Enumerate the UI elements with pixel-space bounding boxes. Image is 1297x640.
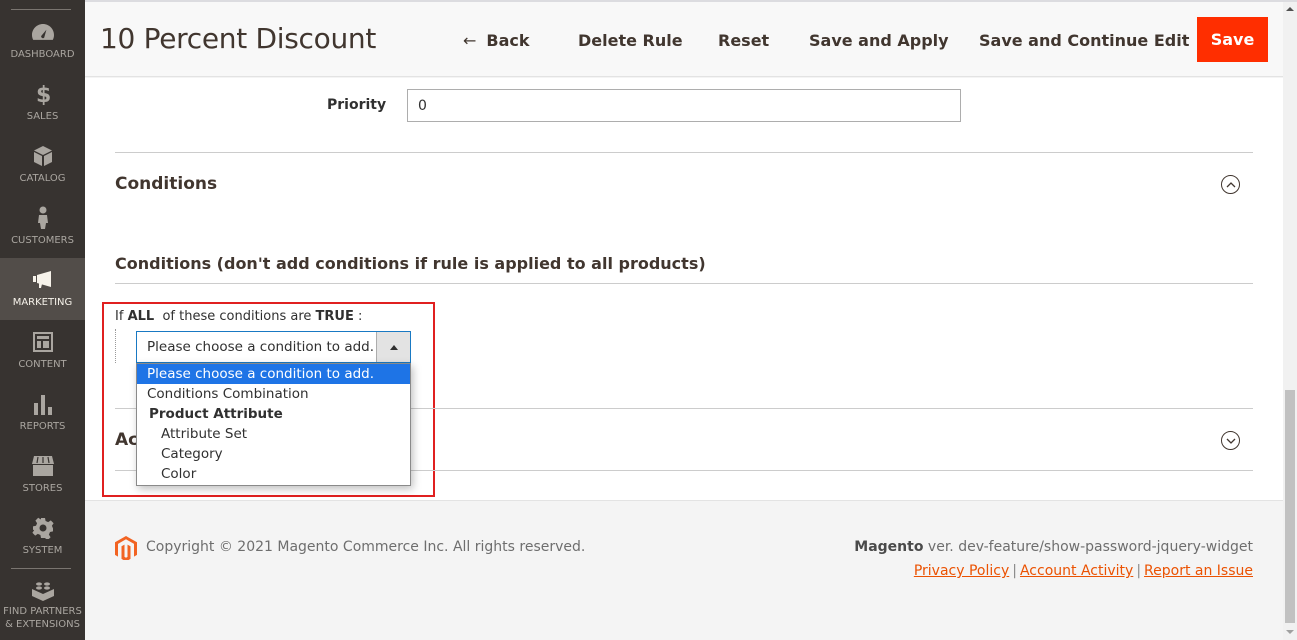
condition-middle: of these conditions are	[162, 309, 312, 324]
condition-statement: If ALL of these conditions are TRUE :	[115, 309, 362, 324]
svg-text:$: $	[36, 83, 51, 105]
value-toggle[interactable]: TRUE	[316, 309, 354, 324]
save-and-apply-button[interactable]: Save and Apply	[809, 20, 949, 62]
dropdown-option[interactable]: Color	[137, 464, 410, 484]
dollar-icon: $	[31, 82, 55, 106]
page-header: 10 Percent Discount ← Back Delete Rule Re…	[85, 2, 1283, 77]
sidebar-item-content[interactable]: Content	[0, 320, 85, 382]
tree-line	[115, 329, 116, 363]
sidebar-label: Dashboard	[10, 49, 75, 60]
condition-prefix: If	[115, 309, 124, 324]
megaphone-icon	[31, 268, 55, 292]
priority-input[interactable]	[407, 89, 961, 122]
select-value: Please choose a condition to add.	[147, 339, 375, 355]
sidebar-label: Marketing	[12, 297, 73, 308]
sidebar-item-find-partners[interactable]: Find Partners & Extensions	[0, 575, 85, 640]
dropdown-option[interactable]: Please choose a condition to add.	[137, 364, 410, 384]
dropdown-option[interactable]: Category	[137, 444, 410, 464]
save-and-continue-button[interactable]: Save and Continue Edit	[979, 20, 1189, 62]
sidebar-item-catalog[interactable]: Catalog	[0, 134, 85, 196]
sidebar-item-sales[interactable]: $ Sales	[0, 72, 85, 134]
bar-chart-icon	[31, 392, 55, 416]
dropdown-option[interactable]: Attribute Set	[137, 424, 410, 444]
rule-form: Priority Conditions Conditions (don't ad…	[85, 78, 1283, 501]
account-activity-link[interactable]: Account Activity	[1020, 563, 1133, 579]
sidebar-label: Stores	[22, 483, 63, 494]
lego-brick-icon	[31, 579, 55, 603]
separator: |	[1136, 563, 1142, 579]
aggregator-toggle[interactable]: ALL	[128, 309, 155, 324]
sidebar-label: Find Partners	[3, 606, 82, 617]
magento-logo-icon	[115, 536, 137, 560]
save-button[interactable]: Save	[1197, 17, 1268, 62]
expand-chevron-down-icon[interactable]	[1221, 431, 1240, 450]
person-icon	[31, 206, 55, 230]
scroll-thumb[interactable]	[1285, 390, 1295, 623]
sidebar-item-reports[interactable]: Reports	[0, 382, 85, 444]
version-text: ver. dev-feature/show-password-jquery-wi…	[927, 539, 1253, 555]
arrow-left-icon: ←	[463, 31, 477, 50]
reset-button[interactable]: Reset	[718, 20, 769, 62]
sidebar-label: Sales	[26, 111, 59, 122]
divider	[115, 152, 1253, 153]
condition-select[interactable]: Please choose a condition to add.	[136, 331, 411, 363]
conditions-subtitle: Conditions (don't add conditions if rule…	[115, 254, 706, 273]
copyright-text: Copyright © 2021 Magento Commerce Inc. A…	[146, 539, 586, 555]
separator: |	[1012, 563, 1017, 579]
gear-icon	[31, 516, 55, 540]
back-label: Back	[486, 31, 530, 50]
sidebar-label: & Extensions	[5, 619, 80, 630]
priority-label: Priority	[327, 97, 387, 113]
page-title: 10 Percent Discount	[100, 22, 377, 55]
scroll-down-arrow-icon[interactable]	[1286, 630, 1294, 634]
actions-section-title[interactable]: Ac	[115, 430, 138, 450]
page-scrollbar[interactable]	[1283, 2, 1297, 640]
select-arrow-up-icon[interactable]	[376, 332, 410, 362]
brand-name: Magento	[854, 539, 924, 555]
box-icon	[31, 144, 55, 168]
conditions-section-title[interactable]: Conditions	[115, 174, 217, 194]
dropdown-optgroup: Product Attribute	[149, 406, 283, 422]
sidebar-item-dashboard[interactable]: Dashboard	[0, 10, 85, 72]
condition-suffix: :	[358, 309, 363, 324]
scroll-up-arrow-icon[interactable]	[1286, 7, 1294, 11]
condition-dropdown-list: Please choose a condition to add. Condit…	[136, 363, 411, 486]
sidebar-label: Content	[18, 359, 67, 370]
report-issue-link[interactable]: Report an Issue	[1144, 563, 1253, 579]
sidebar-label: Customers	[11, 235, 74, 246]
sidebar-label: Reports	[19, 421, 66, 432]
admin-sidebar: Dashboard $ Sales Catalog Customers Mark…	[0, 0, 85, 640]
layout-icon	[31, 330, 55, 354]
privacy-policy-link[interactable]: Privacy Policy	[914, 563, 1009, 579]
sidebar-item-system[interactable]: System	[0, 506, 85, 568]
divider	[115, 283, 1253, 284]
dropdown-option[interactable]: Conditions Combination	[137, 384, 410, 404]
storefront-icon	[31, 454, 55, 478]
sidebar-item-customers[interactable]: Customers	[0, 196, 85, 258]
sidebar-label: Catalog	[19, 173, 66, 184]
sidebar-item-marketing[interactable]: Marketing	[0, 258, 85, 320]
version-info: Magento ver. dev-feature/show-password-j…	[854, 539, 1253, 555]
collapse-chevron-up-icon[interactable]	[1221, 175, 1240, 194]
delete-rule-button[interactable]: Delete Rule	[578, 20, 683, 62]
back-button[interactable]: ← Back	[463, 20, 530, 62]
sidebar-label: System	[22, 545, 63, 556]
footer-links: Privacy Policy | Account Activity | Report a…	[914, 563, 1253, 579]
dashboard-gauge-icon	[31, 20, 55, 44]
sidebar-item-stores[interactable]: Stores	[0, 444, 85, 506]
sidebar-divider	[11, 568, 71, 569]
